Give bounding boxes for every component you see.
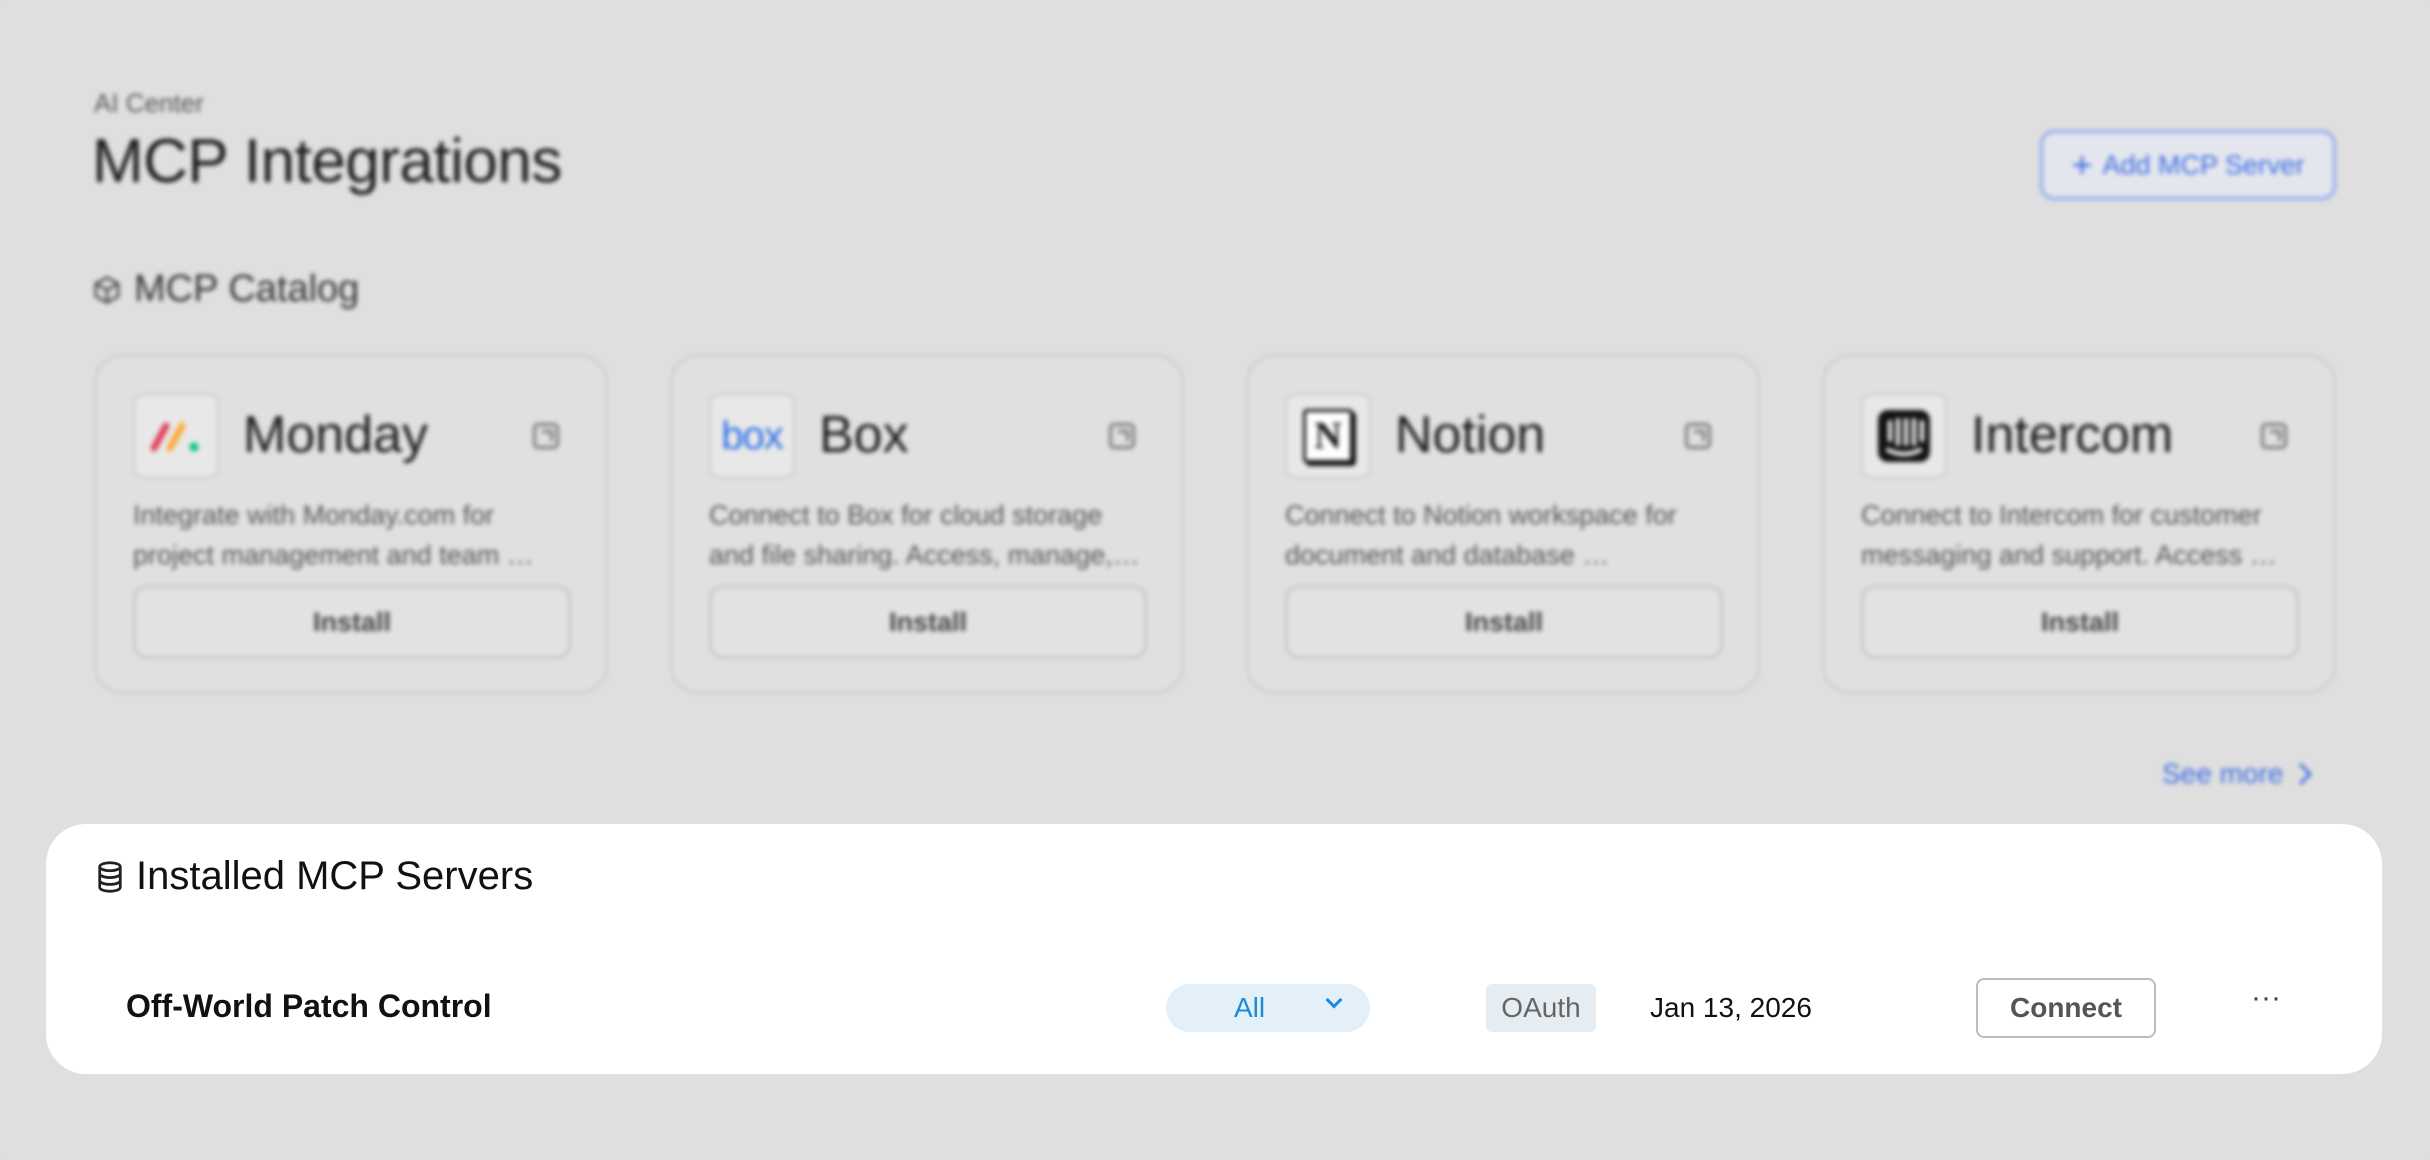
installed-heading-text: Installed MCP Servers <box>136 854 534 898</box>
external-link-icon[interactable] <box>2261 423 2287 449</box>
installed-servers-panel: Installed MCP Servers Off-World Patch Co… <box>46 824 2382 1074</box>
card-name: Notion <box>1395 406 1546 464</box>
installed-date: Jan 13, 2026 <box>1650 992 1812 1023</box>
install-button[interactable]: Install <box>709 585 1147 659</box>
install-button[interactable]: Install <box>1285 585 1723 659</box>
card-description: Connect to Box for cloud storage and fil… <box>709 500 1140 570</box>
connect-button[interactable]: Connect <box>1976 978 2156 1038</box>
scope-select[interactable]: All <box>1166 984 1370 1032</box>
catalog-card-intercom: Intercom Connect to Intercom for custome… <box>1822 354 2336 694</box>
box-logo-icon: box <box>709 393 795 479</box>
plus-icon: + <box>2071 144 2093 185</box>
catalog-card-notion: N Notion Connect to Notion workspace for… <box>1246 354 1760 694</box>
monday-logo-icon <box>133 393 219 479</box>
card-description: Integrate with Monday.com for project ma… <box>133 500 534 570</box>
external-link-icon[interactable] <box>533 423 559 449</box>
install-button[interactable]: Install <box>1861 585 2299 659</box>
add-mcp-server-button[interactable]: + Add MCP Server <box>2040 130 2336 200</box>
catalog-card-box: box Box Connect to Box for cloud storage… <box>670 354 1184 694</box>
auth-type-badge: OAuth <box>1486 984 1596 1032</box>
page-title[interactable]: MCP Integrations <box>92 126 562 197</box>
card-name: Monday <box>243 406 428 464</box>
installed-heading: Installed MCP Servers <box>96 854 533 899</box>
card-description: Connect to Intercom for customer messagi… <box>1861 500 2277 570</box>
card-name: Box <box>819 406 909 464</box>
see-more-link[interactable]: See more <box>2162 758 2313 790</box>
notion-logo-icon: N <box>1285 393 1371 479</box>
external-link-icon[interactable] <box>1685 423 1711 449</box>
card-description: Connect to Notion workspace for document… <box>1285 500 1677 570</box>
add-mcp-server-label: Add MCP Server <box>2102 149 2305 180</box>
breadcrumb: AI Center <box>94 88 204 118</box>
catalog-card-monday: Monday Integrate with Monday.com for pro… <box>94 354 608 694</box>
scope-select-value: All <box>1234 992 1266 1023</box>
chevron-right-icon <box>2299 762 2313 786</box>
intercom-logo-icon <box>1861 393 1947 479</box>
catalog-heading-text: MCP Catalog <box>134 268 360 310</box>
catalog-heading: MCP Catalog <box>92 268 359 311</box>
server-name[interactable]: Off-World Patch Control <box>126 988 492 1025</box>
more-options-icon[interactable]: ··· <box>2240 983 2292 1026</box>
database-icon <box>98 860 122 893</box>
install-button[interactable]: Install <box>133 585 571 659</box>
chevron-down-icon <box>1325 991 1343 1009</box>
external-link-icon[interactable] <box>1109 423 1135 449</box>
see-more-label: See more <box>2162 758 2284 789</box>
cube-icon <box>94 275 120 304</box>
card-name: Intercom <box>1971 406 2174 464</box>
